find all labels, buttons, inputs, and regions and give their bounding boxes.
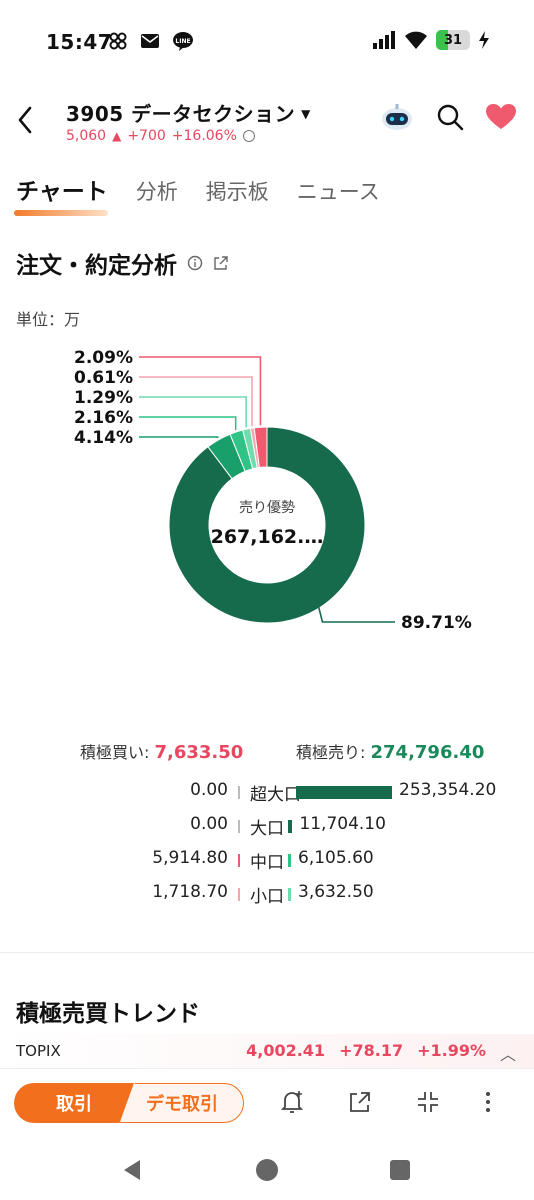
tier-name: 大口 [250, 819, 284, 839]
leader-line [139, 356, 262, 426]
back-arrow-icon[interactable] [12, 104, 40, 136]
alert-bell-icon[interactable] [280, 1089, 304, 1115]
demo-trade-button[interactable]: デモ取引 [120, 1083, 244, 1123]
robot-assistant-icon[interactable] [380, 102, 414, 132]
header-actions [380, 102, 516, 132]
tier-sell-value: 253,354.20 [399, 780, 497, 800]
bottom-action-bar: 取引 デモ取引 [0, 1068, 534, 1138]
tier-sell-value: 3,632.50 [298, 882, 374, 902]
share-icon[interactable] [213, 255, 229, 271]
tab-board[interactable]: 掲示板 [206, 176, 269, 206]
tier-buy-value: 1,718.70 [152, 882, 228, 902]
battery-indicator: 31 [436, 30, 470, 50]
stock-title: 3905 データセクション [66, 102, 296, 126]
tier-row: 0.00 大口 11,704.10 [0, 814, 534, 840]
chevron-up-icon[interactable]: ︿ [500, 1041, 516, 1065]
tab-analysis[interactable]: 分析 [136, 176, 178, 206]
leader-line [139, 436, 219, 439]
system-nav-bar [0, 1140, 534, 1200]
tier-sell-value: 11,704.10 [299, 814, 386, 834]
index-pct: +1.99% [417, 1041, 486, 1060]
slice-pct-label: 1.29% [74, 388, 133, 408]
nav-recents-icon[interactable] [388, 1158, 412, 1182]
more-vertical-icon[interactable] [484, 1090, 492, 1114]
system-icons: 31 [372, 30, 490, 50]
tier-buy-bar [238, 888, 240, 901]
up-arrow-icon: ▲ [112, 129, 122, 143]
index-values: 4,002.41 +78.17 +1.99% [246, 1041, 486, 1060]
tier-buy-bar [238, 786, 240, 799]
tier-row: 0.00 超大口 253,354.20 [0, 780, 534, 806]
status-time: 15:47 [46, 30, 113, 54]
tier-row: 1,718.70 小口 3,632.50 [0, 882, 534, 908]
tier-sell-bar [288, 820, 293, 833]
tier-name: 小口 [250, 887, 284, 907]
tab-chart[interactable]: チャート [14, 172, 108, 216]
tier-name: 中口 [250, 853, 284, 873]
slice-pct-label: 2.16% [74, 408, 133, 428]
active-sell: 積極売り: 274,796.40 [296, 742, 485, 763]
divider [0, 952, 534, 953]
share-icon[interactable] [348, 1090, 372, 1114]
clock-icon [242, 130, 255, 142]
collapse-icon[interactable] [416, 1090, 440, 1114]
search-icon[interactable] [436, 103, 464, 131]
info-icon[interactable] [187, 255, 203, 271]
slice-pct-label: 4.14% [74, 428, 133, 448]
notification-icons: LINE [108, 31, 194, 51]
active-buy: 積極買い: 7,633.50 [80, 742, 244, 763]
slice-pct-label: 89.71% [401, 613, 472, 633]
order-donut-chart: 89.71% 4.14%2.16%1.29%0.61%2.09% 売り優勢 267… [74, 348, 472, 633]
slice-pct-label: 2.09% [74, 348, 133, 368]
tier-buy-value: 0.00 [190, 780, 228, 800]
tier-buy-bar [238, 820, 240, 833]
stock-header: 3905 データセクション ▼ 5,060 ▲ +700 +16.06% [0, 88, 534, 158]
index-ticker[interactable]: TOPIX 4,002.41 +78.17 +1.99% ︿ [0, 1034, 534, 1068]
charging-icon [479, 31, 489, 49]
tier-row: 5,914.80 中口 6,105.60 [0, 848, 534, 874]
pinwheel-icon [109, 32, 127, 50]
tab-news[interactable]: ニュース [297, 176, 380, 206]
tier-sell-bar [288, 854, 291, 867]
tier-buy-value: 5,914.80 [152, 848, 228, 868]
unit-label: 単位：万 [16, 310, 81, 329]
wifi-icon [405, 31, 427, 49]
leader-line [139, 396, 247, 428]
caret-down-icon: ▼ [301, 107, 311, 121]
leader-line [139, 416, 237, 431]
trend-title: 積極売買トレンド [16, 1001, 200, 1027]
status-bar: 15:47 LINE 31 [0, 0, 534, 80]
donut-center-label: 売り優勢 [239, 500, 295, 516]
tab-bar: チャート 分析 掲示板 ニュース [14, 172, 380, 216]
price-change-pct: +16.06% [171, 128, 237, 144]
slice-pct-label: 0.61% [74, 368, 133, 388]
trade-button[interactable]: 取引 [14, 1083, 134, 1123]
tier-name: 超大口 [250, 785, 301, 805]
bottom-icons [280, 1089, 492, 1115]
flow-summary: 積極買い: 7,633.50 積極売り: 274,796.40 [0, 739, 534, 763]
price-line: 5,060 ▲ +700 +16.06% [66, 128, 255, 144]
leader-line [317, 605, 395, 623]
line-app-icon: LINE [173, 32, 193, 51]
section-header: 注文・約定分析 [16, 246, 229, 280]
svg-text:LINE: LINE [175, 38, 190, 45]
donut-center-value: 267,162.… [211, 526, 324, 548]
tier-buy-bar [238, 854, 240, 867]
tier-sell-bar [288, 888, 291, 901]
signal-icon [373, 31, 395, 49]
stock-price: 5,060 [66, 128, 107, 144]
tier-sell-bar [296, 786, 392, 799]
favorite-heart-icon[interactable] [486, 104, 516, 130]
index-value: 4,002.41 [246, 1041, 326, 1060]
nav-home-icon[interactable] [255, 1158, 279, 1182]
index-change: +78.17 [339, 1041, 404, 1060]
section-title: 注文・約定分析 [16, 253, 177, 279]
tier-sell-value: 6,105.60 [298, 848, 374, 868]
tier-buy-value: 0.00 [190, 814, 228, 834]
index-name: TOPIX [16, 1042, 61, 1060]
nav-back-icon[interactable] [120, 1158, 144, 1182]
stock-selector[interactable]: 3905 データセクション ▼ [66, 98, 311, 127]
mail-icon [141, 34, 159, 48]
price-change: +700 [127, 128, 166, 144]
